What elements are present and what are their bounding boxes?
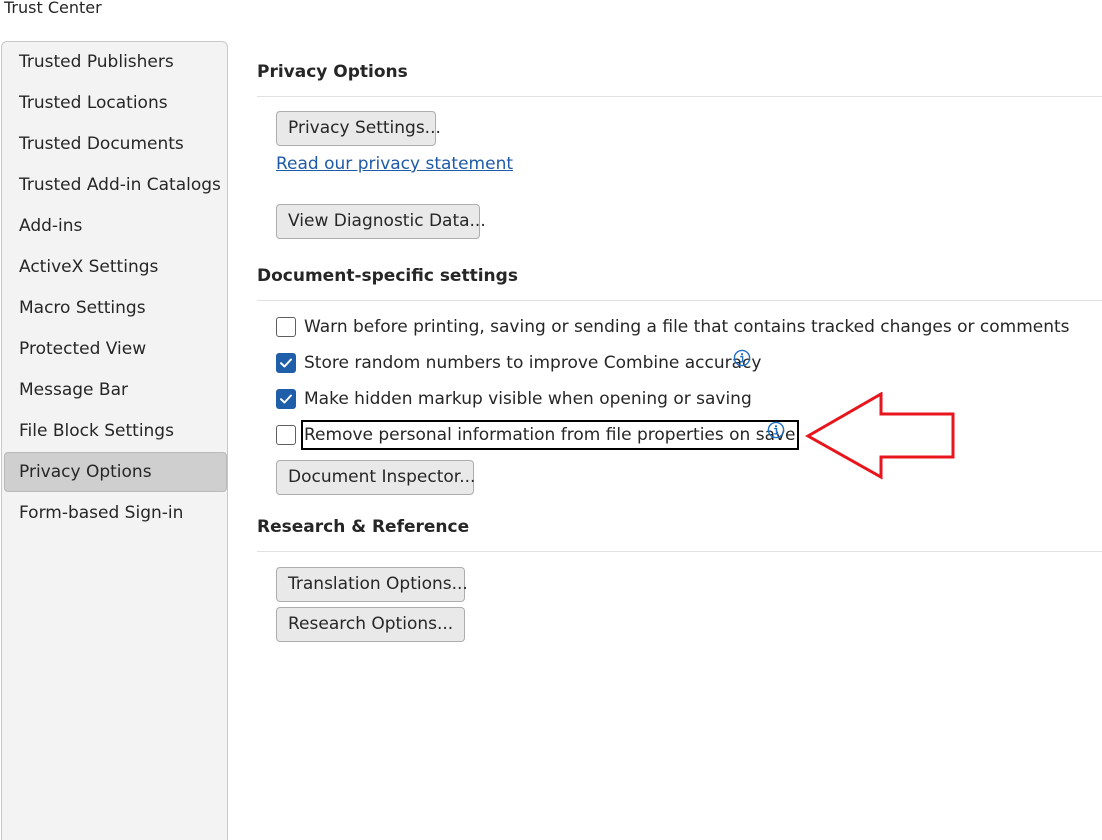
section-divider (257, 300, 1102, 301)
window-title: Trust Center (4, 0, 102, 17)
privacy-options-header: Privacy Options (257, 62, 408, 82)
document-specific-settings-header: Document-specific settings (257, 266, 518, 286)
checkmark-icon (280, 358, 292, 368)
trust-center-window: Trust Center Trusted Publishers Trusted … (0, 0, 1102, 840)
sidebar-item-file-block-settings[interactable]: File Block Settings (4, 411, 227, 451)
section-divider (257, 551, 1102, 552)
warn-tracked-changes-label[interactable]: Warn before printing, saving or sending … (304, 315, 1070, 339)
sidebar-item-add-ins[interactable]: Add-ins (4, 206, 227, 246)
sidebar-item-macro-settings[interactable]: Macro Settings (4, 288, 227, 328)
translation-options-button[interactable]: Translation Options... (276, 567, 468, 602)
info-icon[interactable] (733, 349, 751, 367)
remove-personal-info-label[interactable]: Remove personal information from file pr… (301, 420, 799, 450)
remove-personal-info-checkbox[interactable] (276, 425, 296, 445)
privacy-statement-link[interactable]: Read our privacy statement (276, 154, 513, 174)
store-random-numbers-checkbox[interactable] (276, 353, 296, 373)
research-options-button[interactable]: Research Options... (276, 607, 465, 642)
store-random-numbers-label[interactable]: Store random numbers to improve Combine … (304, 351, 761, 375)
hidden-markup-label[interactable]: Make hidden markup visible when opening … (304, 387, 752, 411)
sidebar-item-trusted-add-in-catalogs[interactable]: Trusted Add-in Catalogs (4, 165, 227, 205)
view-diagnostic-data-button[interactable]: View Diagnostic Data... (276, 204, 486, 239)
hidden-markup-checkbox[interactable] (276, 389, 296, 409)
sidebar-item-form-based-sign-in[interactable]: Form-based Sign-in (4, 493, 227, 533)
sidebar-item-privacy-options[interactable]: Privacy Options (4, 452, 227, 492)
info-icon[interactable] (767, 421, 785, 439)
checkmark-icon (280, 394, 292, 404)
sidebar-item-trusted-publishers[interactable]: Trusted Publishers (4, 42, 227, 82)
document-inspector-button[interactable]: Document Inspector... (276, 460, 475, 495)
sidebar-item-activex-settings[interactable]: ActiveX Settings (4, 247, 227, 287)
sidebar-item-protected-view[interactable]: Protected View (4, 329, 227, 369)
annotation-arrow-icon (805, 392, 955, 480)
sidebar-item-trusted-documents[interactable]: Trusted Documents (4, 124, 227, 164)
sidebar: Trusted Publishers Trusted Locations Tru… (1, 41, 228, 840)
sidebar-item-message-bar[interactable]: Message Bar (4, 370, 227, 410)
privacy-settings-button[interactable]: Privacy Settings... (276, 111, 441, 146)
research-reference-header: Research & Reference (257, 517, 470, 537)
main-panel: Privacy Options Privacy Settings... Read… (257, 0, 1102, 840)
warn-tracked-changes-checkbox[interactable] (276, 317, 296, 337)
sidebar-item-trusted-locations[interactable]: Trusted Locations (4, 83, 227, 123)
section-divider (257, 96, 1102, 97)
